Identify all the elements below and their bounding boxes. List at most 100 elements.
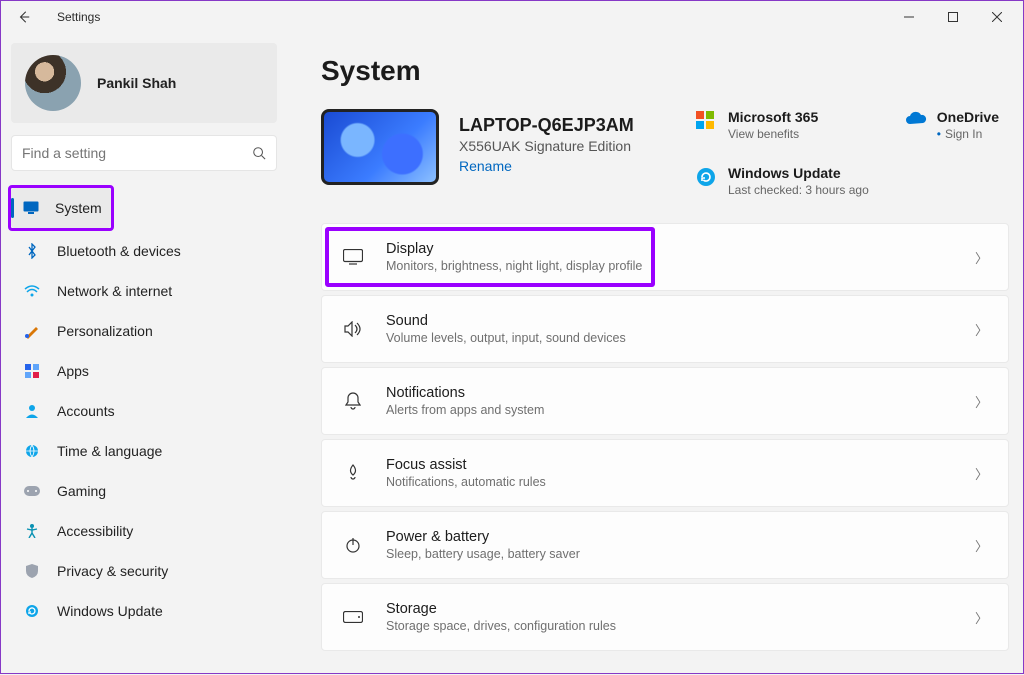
setting-sub: Storage space, drives, configuration rul… <box>386 619 616 633</box>
sidebar-item-label: Gaming <box>57 483 106 499</box>
network-icon <box>23 282 41 300</box>
accounts-icon <box>23 402 41 420</box>
main-content: System LAPTOP-Q6EJP3AM X556UAK Signature… <box>287 33 1023 675</box>
search-input[interactable] <box>22 145 252 161</box>
device-info: LAPTOP-Q6EJP3AM X556UAK Signature Editio… <box>459 109 634 176</box>
sidebar-item-label: Apps <box>57 363 89 379</box>
tile-label: OneDrive <box>937 109 999 125</box>
page-title: System <box>321 55 1009 87</box>
chevron-right-icon: 〉 <box>975 608 988 627</box>
sidebar-item-label: Windows Update <box>57 603 163 619</box>
tile-label: Windows Update <box>728 165 869 181</box>
sidebar-item-gaming[interactable]: Gaming <box>11 471 277 511</box>
setting-title: Storage <box>386 601 616 617</box>
quick-tiles: Microsoft 365 View benefits Windows Upda… <box>696 109 1009 197</box>
avatar <box>25 55 81 111</box>
storage-icon <box>338 611 368 623</box>
window-minimize-button[interactable] <box>887 2 931 32</box>
profile-card[interactable]: Pankil Shah <box>11 43 277 123</box>
onedrive-signin: Sign In <box>945 127 982 141</box>
sidebar-item-windows-update[interactable]: Windows Update <box>11 591 277 631</box>
sidebar-item-personalization[interactable]: Personalization <box>11 311 277 351</box>
tile-sub: •Sign In <box>937 127 999 141</box>
device-name: LAPTOP-Q6EJP3AM <box>459 115 634 136</box>
focus-assist-icon <box>338 464 368 482</box>
setting-sub: Alerts from apps and system <box>386 403 544 417</box>
setting-title: Display <box>386 241 642 257</box>
power-icon <box>338 536 368 554</box>
sidebar-item-label: Network & internet <box>57 283 172 299</box>
device-info-row: LAPTOP-Q6EJP3AM X556UAK Signature Editio… <box>321 109 1009 197</box>
sidebar-item-system[interactable]: System <box>11 188 111 228</box>
sidebar-item-label: Time & language <box>57 443 162 459</box>
setting-title: Notifications <box>386 385 544 401</box>
tile-onedrive[interactable]: OneDrive •Sign In <box>905 109 999 197</box>
device-model: X556UAK Signature Edition <box>459 138 634 154</box>
sidebar-item-accessibility[interactable]: Accessibility <box>11 511 277 551</box>
search-box[interactable] <box>11 135 277 171</box>
tile-label: Microsoft 365 <box>728 109 818 125</box>
sound-icon <box>338 321 368 337</box>
setting-power-battery[interactable]: Power & battery Sleep, battery usage, ba… <box>321 511 1009 579</box>
personalization-icon <box>23 322 41 340</box>
search-icon <box>252 146 266 160</box>
titlebar: Settings <box>1 1 1023 33</box>
accessibility-icon <box>23 522 41 540</box>
sidebar-item-privacy[interactable]: Privacy & security <box>11 551 277 591</box>
time-language-icon <box>23 442 41 460</box>
microsoft-365-icon <box>696 111 716 131</box>
tile-microsoft-365[interactable]: Microsoft 365 View benefits <box>696 109 869 141</box>
setting-sub: Sleep, battery usage, battery saver <box>386 547 580 561</box>
setting-display[interactable]: Display Monitors, brightness, night ligh… <box>321 223 1009 291</box>
sidebar-item-time-language[interactable]: Time & language <box>11 431 277 471</box>
windows-update-tile-icon <box>696 167 716 187</box>
privacy-icon <box>23 562 41 580</box>
sidebar-item-label: Bluetooth & devices <box>57 243 181 259</box>
system-icon <box>23 199 39 217</box>
user-name: Pankil Shah <box>97 75 176 91</box>
sidebar-item-network[interactable]: Network & internet <box>11 271 277 311</box>
rename-link[interactable]: Rename <box>459 158 512 174</box>
bluetooth-icon <box>23 242 41 260</box>
sidebar-item-bluetooth[interactable]: Bluetooth & devices <box>11 231 277 271</box>
sidebar-item-label: System <box>55 200 102 216</box>
chevron-right-icon: 〉 <box>975 536 988 555</box>
nav-list: System Bluetooth & devices Network & int… <box>11 185 277 631</box>
chevron-right-icon: 〉 <box>975 464 988 483</box>
window-maximize-button[interactable] <box>931 2 975 32</box>
tile-windows-update[interactable]: Windows Update Last checked: 3 hours ago <box>696 165 869 197</box>
setting-sub: Monitors, brightness, night light, displ… <box>386 259 642 273</box>
chevron-right-icon: 〉 <box>975 320 988 339</box>
setting-title: Sound <box>386 313 626 329</box>
display-icon <box>338 249 368 265</box>
highlight-system: System <box>8 185 114 231</box>
setting-notifications[interactable]: Notifications Alerts from apps and syste… <box>321 367 1009 435</box>
sidebar-item-label: Accounts <box>57 403 115 419</box>
sidebar-item-accounts[interactable]: Accounts <box>11 391 277 431</box>
sidebar: Pankil Shah System Bluetooth <box>1 33 287 675</box>
setting-sub: Notifications, automatic rules <box>386 475 546 489</box>
notifications-icon <box>338 392 368 410</box>
setting-sub: Volume levels, output, input, sound devi… <box>386 331 626 345</box>
setting-storage[interactable]: Storage Storage space, drives, configura… <box>321 583 1009 651</box>
windows-update-icon <box>23 602 41 620</box>
setting-sound[interactable]: Sound Volume levels, output, input, soun… <box>321 295 1009 363</box>
sidebar-item-apps[interactable]: Apps <box>11 351 277 391</box>
onedrive-icon <box>905 111 925 131</box>
gaming-icon <box>23 482 41 500</box>
device-thumbnail <box>321 109 439 185</box>
tile-sub: Last checked: 3 hours ago <box>728 183 869 197</box>
sidebar-item-label: Privacy & security <box>57 563 168 579</box>
setting-title: Power & battery <box>386 529 580 545</box>
chevron-right-icon: 〉 <box>975 248 988 267</box>
tile-sub: View benefits <box>728 127 818 141</box>
settings-list: Display Monitors, brightness, night ligh… <box>321 223 1009 651</box>
setting-title: Focus assist <box>386 457 546 473</box>
app-name: Settings <box>57 10 100 24</box>
window-close-button[interactable] <box>975 2 1019 32</box>
apps-icon <box>23 362 41 380</box>
back-button[interactable] <box>9 2 39 32</box>
chevron-right-icon: 〉 <box>975 392 988 411</box>
sidebar-item-label: Accessibility <box>57 523 133 539</box>
setting-focus-assist[interactable]: Focus assist Notifications, automatic ru… <box>321 439 1009 507</box>
